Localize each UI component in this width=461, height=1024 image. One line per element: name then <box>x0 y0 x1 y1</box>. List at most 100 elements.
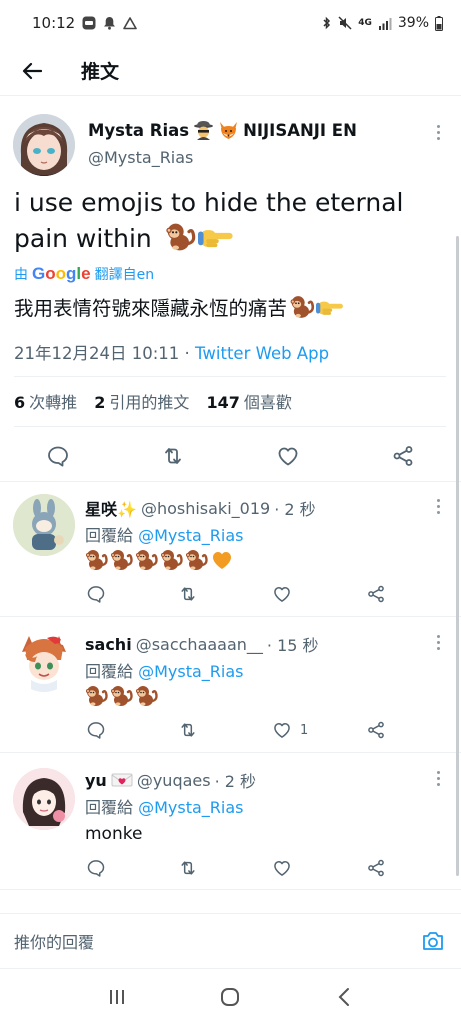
like-button[interactable] <box>272 584 300 604</box>
retweet-button[interactable] <box>178 584 198 604</box>
recent-apps-icon <box>109 989 124 1004</box>
reply-tweet[interactable]: 星咲✨ @hoshisaki_019 · 2 秒 回覆給 @Mysta_Rias <box>0 482 461 617</box>
pointing-hand-emoji <box>316 296 344 318</box>
retweets-stat[interactable]: 6 次轉推 <box>14 393 89 412</box>
reply-to-mention[interactable]: @Mysta_Rias <box>138 526 243 545</box>
home-button[interactable] <box>210 977 250 1017</box>
divider <box>14 426 446 427</box>
scrollbar[interactable] <box>456 236 459 876</box>
author-name: Mysta Rias <box>88 120 190 140</box>
retweet-icon <box>178 584 198 604</box>
recent-apps-button[interactable] <box>97 977 137 1017</box>
back-nav-button[interactable] <box>324 977 364 1017</box>
avatar[interactable] <box>13 494 75 556</box>
reply-to-mention[interactable]: @Mysta_Rias <box>138 798 243 817</box>
share-button[interactable] <box>366 858 386 878</box>
reply-author-handle[interactable]: @hoshisaki_019 <box>141 499 270 518</box>
home-icon <box>221 987 240 1006</box>
retweet-button[interactable] <box>161 444 185 468</box>
fox-emoji <box>220 122 238 139</box>
tweet-source[interactable]: Twitter Web App <box>195 344 329 363</box>
reply-composer[interactable]: 推你的回覆 <box>0 913 461 967</box>
meta-separator: · <box>184 344 190 363</box>
reply-author-handle[interactable]: @yuqaes <box>137 771 211 790</box>
reply-to-prefix: 回覆給 <box>85 526 134 545</box>
share-button[interactable] <box>366 720 386 740</box>
reply-tweet[interactable]: yu @yuqaes · 2 秒 回覆給 @Mysta_Rias monke <box>0 754 461 890</box>
love-letter-emoji <box>111 773 133 787</box>
drive-icon <box>123 16 138 30</box>
retweets-label: 次轉推 <box>29 393 78 412</box>
reply-to-mention[interactable]: @Mysta_Rias <box>138 662 243 681</box>
more-options-button[interactable] <box>435 499 441 514</box>
like-button[interactable] <box>276 444 300 468</box>
share-button[interactable] <box>366 584 386 604</box>
reply-to-prefix: 回覆給 <box>85 798 134 817</box>
tweet-text: i use emojis to hide the eternal pain wi… <box>14 185 444 257</box>
reply-author-name[interactable]: 星咲✨ <box>85 496 137 520</box>
translated-text-body: 我用表情符號來隱藏永恆的痛苦 <box>14 297 288 320</box>
translation-attribution[interactable]: 由 Google 翻譯自en <box>14 264 154 284</box>
reply-tweet[interactable]: sachi @sacchaaaan__ · 15 秒 回覆給 @Mysta_Ri… <box>0 618 461 753</box>
retweet-icon <box>161 444 185 468</box>
likes-stat[interactable]: 147 個喜歡 <box>207 393 292 412</box>
like-icon <box>272 858 292 878</box>
reply-actions: 1 <box>0 720 461 746</box>
retweet-icon <box>178 720 198 740</box>
share-button[interactable] <box>391 444 415 468</box>
like-icon <box>272 720 292 740</box>
reply-button[interactable] <box>86 858 106 878</box>
reply-to-line: 回覆給 @Mysta_Rias <box>85 522 244 546</box>
quotes-stat[interactable]: 2 引用的推文 <box>94 393 201 412</box>
system-nav-bar <box>0 968 461 1024</box>
back-button[interactable] <box>20 59 44 83</box>
signal-icon <box>378 17 392 30</box>
reply-icon <box>86 720 106 740</box>
reply-icon <box>86 584 106 604</box>
monkey-emoji <box>135 548 159 572</box>
avatar[interactable] <box>13 114 75 176</box>
reply-button[interactable] <box>86 584 106 604</box>
reply-button[interactable] <box>46 444 70 468</box>
reply-author-name[interactable]: yu <box>85 771 107 790</box>
reply-button[interactable] <box>86 720 106 740</box>
translate-suffix: 翻譯自en <box>94 267 155 283</box>
retweet-button[interactable] <box>178 858 198 878</box>
like-icon <box>276 444 300 468</box>
orange-heart-emoji <box>213 552 231 569</box>
reply-author-name[interactable]: sachi <box>85 635 132 654</box>
retweet-icon <box>178 858 198 878</box>
avatar[interactable] <box>13 768 75 830</box>
bluetooth-icon <box>322 16 332 30</box>
battery-percent: 39% <box>397 15 429 31</box>
share-icon <box>366 720 386 740</box>
divider <box>14 376 446 377</box>
monkey-emoji <box>289 294 316 320</box>
reply-icon <box>86 858 106 878</box>
tweet-stats: 6 次轉推 2 引用的推文 147 個喜歡 <box>14 389 292 413</box>
reply-time: · 2 秒 <box>214 772 257 791</box>
page-title: 推文 <box>81 61 120 83</box>
more-options-button[interactable] <box>435 635 441 650</box>
more-options-button[interactable] <box>435 125 441 140</box>
author-name-row[interactable]: Mysta Rias NIJISANJI EN <box>88 120 357 140</box>
like-button[interactable] <box>272 858 300 878</box>
reply-header: 星咲✨ @hoshisaki_019 · 2 秒 <box>85 496 316 520</box>
camera-button[interactable] <box>421 930 445 956</box>
author-handle[interactable]: @Mysta_Rias <box>88 148 193 167</box>
reply-author-handle[interactable]: @sacchaaaan__ <box>136 635 263 654</box>
retweet-button[interactable] <box>178 720 198 740</box>
share-icon <box>391 444 415 468</box>
google-logo: Google <box>32 264 91 283</box>
reply-input[interactable]: 推你的回覆 <box>14 929 94 953</box>
reply-time: · 15 秒 <box>266 636 319 655</box>
chevron-left-icon <box>338 987 350 1006</box>
reply-body <box>85 684 159 708</box>
retweets-count: 6 <box>14 393 26 412</box>
back-arrow-icon <box>22 62 42 79</box>
more-options-button[interactable] <box>435 771 441 786</box>
avatar[interactable] <box>13 630 75 692</box>
line-app-icon <box>82 16 96 30</box>
like-button[interactable]: 1 <box>272 720 308 740</box>
monkey-emoji <box>160 548 184 572</box>
